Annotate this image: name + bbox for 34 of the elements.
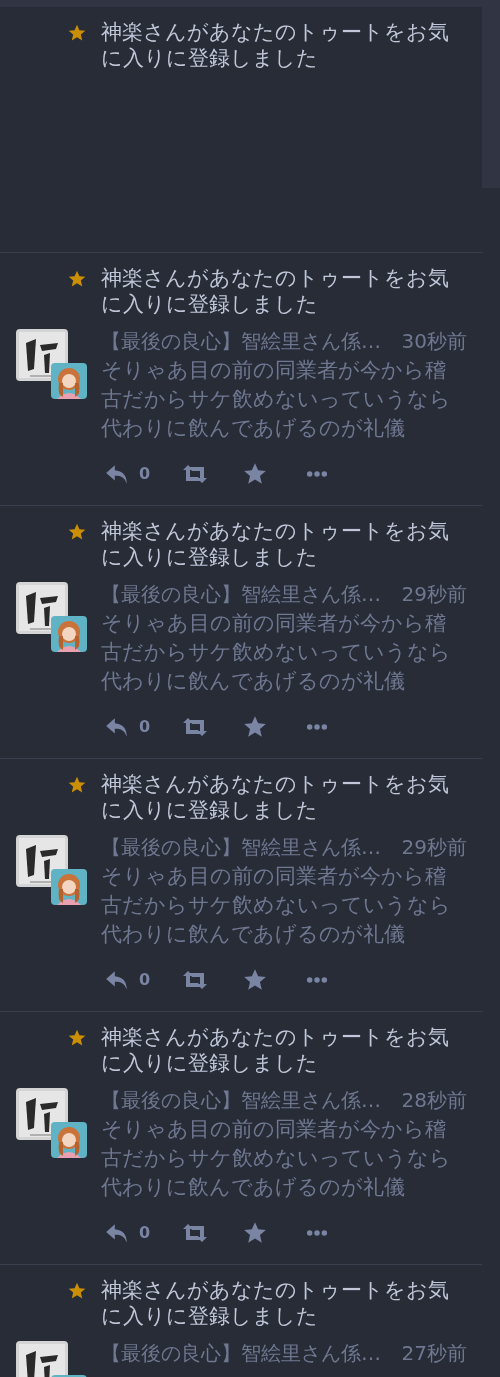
status-content: そりゃあ目の前の同業者が今から稽古だからサケ飲めないっていうなら代わりに飲んであげるのが礼儀 (101, 863, 451, 948)
notification-message: 神楽さんがあなたのトゥートをお気に入りに登録しました (101, 771, 450, 823)
display-name[interactable]: 【最後の良心】智絵里さん係… (101, 1086, 381, 1115)
more-icon[interactable] (306, 1229, 329, 1237)
favourite-icon (67, 522, 87, 542)
timestamp[interactable]: 30秒前 (401, 327, 467, 356)
display-name[interactable]: 【最後の良心】智絵里さん係… (101, 327, 381, 356)
reply-button[interactable]: 0 (103, 461, 151, 487)
timestamp[interactable]: 29秒前 (401, 833, 467, 862)
display-name[interactable]: 【最後の良心】智絵里さん係… (101, 580, 381, 609)
timestamp[interactable]: 27秒前 (401, 1339, 467, 1368)
notification-message: 神楽さんがあなたのトゥートをお気に入りに登録しました (101, 1024, 450, 1076)
more-icon[interactable] (306, 976, 329, 984)
reply-button[interactable]: 0 (103, 714, 151, 740)
notification-message: 神楽さんがあなたのトゥートをお気に入りに登録しました (101, 19, 450, 71)
reply-button[interactable]: 0 (103, 967, 151, 993)
timestamp[interactable]: 29秒前 (401, 580, 467, 609)
favourite-icon (67, 269, 87, 289)
notification-message: 神楽さんがあなたのトゥートをお気に入りに登録しました (101, 518, 450, 570)
favourite-icon (67, 1281, 87, 1301)
reply-button[interactable]: 0 (103, 1220, 151, 1246)
status-content: そりゃあ目の前の同業者が今から稽古だからサケ飲めないっていうなら代わりに飲んであげるのが礼儀 (101, 357, 451, 442)
favourite-icon (67, 23, 87, 43)
favourite-icon (67, 775, 87, 795)
status-content: そりゃあ目の前の同業者が今から稽古だからサケ飲めないっていうなら代わりに飲んであげるのが礼儀 (101, 610, 451, 695)
display-name[interactable]: 【最後の良心】智絵里さん係… (101, 833, 381, 862)
more-icon[interactable] (306, 470, 329, 478)
status-content: そりゃあ目の前の同業者が今から稽古だからサケ飲めないっていうなら代わりに飲んであげるのが礼儀 (101, 1116, 451, 1201)
notification-message: 神楽さんがあなたのトゥートをお気に入りに登録しました (101, 265, 450, 317)
notification-message: 神楽さんがあなたのトゥートをお気に入りに登録しました (101, 1277, 450, 1329)
timestamp[interactable]: 28秒前 (401, 1086, 467, 1115)
display-name[interactable]: 【最後の良心】智絵里さん係… (101, 1339, 381, 1368)
more-icon[interactable] (306, 723, 329, 731)
favourite-icon (67, 1028, 87, 1048)
